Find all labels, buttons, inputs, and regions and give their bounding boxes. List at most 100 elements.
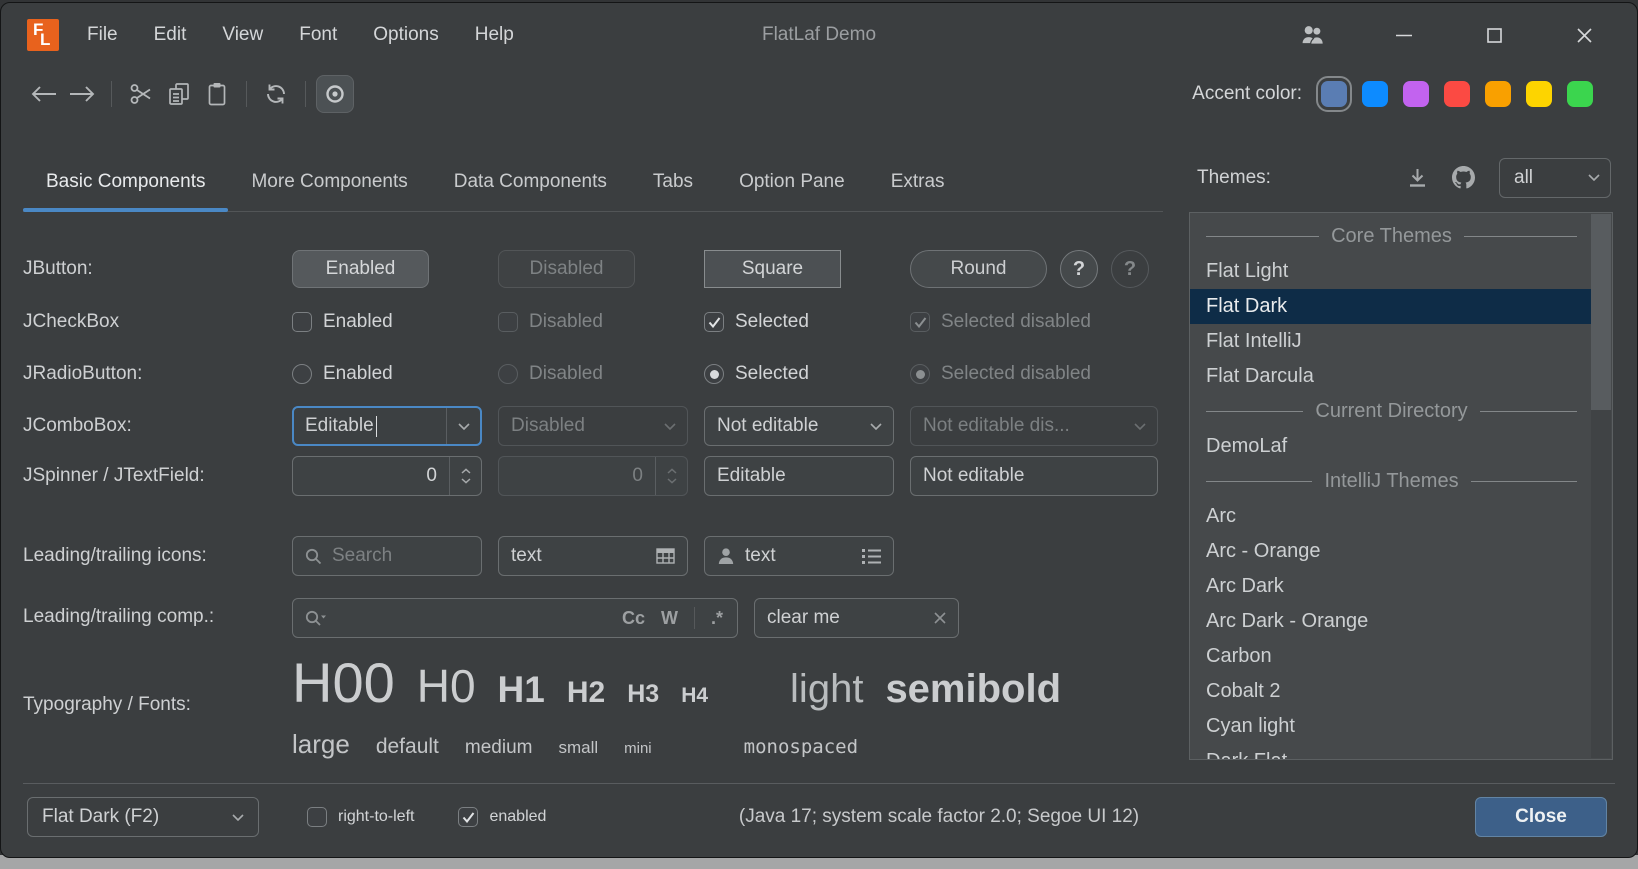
refresh-icon[interactable]	[257, 75, 295, 113]
not-editable-combobox[interactable]: Not editable	[704, 406, 894, 446]
tab-tabs[interactable]: Tabs	[630, 171, 716, 211]
editable-combobox[interactable]: Editable	[292, 406, 482, 446]
checkbox-enabled[interactable]: Enabled	[292, 311, 482, 333]
laf-combobox[interactable]: Flat Dark (F2)	[27, 797, 259, 837]
accent-swatch-blue[interactable]	[1362, 81, 1388, 107]
back-button[interactable]	[25, 75, 63, 113]
spinner-value[interactable]: 0	[293, 465, 449, 487]
menu-options[interactable]: Options	[373, 24, 438, 46]
accent-swatch-purple[interactable]	[1403, 81, 1429, 107]
round-button[interactable]: Round	[910, 250, 1047, 288]
checkbox-selected[interactable]: Selected	[704, 311, 894, 333]
menu-edit[interactable]: Edit	[154, 24, 187, 46]
forward-button[interactable]	[63, 75, 101, 113]
checkbox-icon[interactable]	[307, 807, 327, 827]
radio-enabled[interactable]: Enabled	[292, 363, 482, 385]
jbutton-row: JButton: Enabled Disabled Square Round ?…	[23, 250, 1163, 288]
theme-item-flat-intellij[interactable]: Flat IntelliJ	[1190, 324, 1591, 359]
accent-color-chooser: Accent color:	[1192, 81, 1593, 107]
scrollbar-thumb[interactable]	[1591, 214, 1611, 410]
chevron-down-icon[interactable]	[446, 408, 480, 444]
accent-swatch-red[interactable]	[1444, 81, 1470, 107]
paste-icon[interactable]	[198, 75, 236, 113]
theme-item-demolaf[interactable]: DemoLaf	[1190, 429, 1591, 464]
maximize-button[interactable]	[1481, 22, 1507, 48]
list-icon	[862, 548, 881, 564]
close-window-button[interactable]	[1571, 22, 1597, 48]
theme-item-dark-flat[interactable]: Dark Flat	[1190, 744, 1591, 760]
menu-view[interactable]: View	[222, 24, 263, 46]
radio-label: Enabled	[323, 363, 393, 385]
theme-item-flat-light[interactable]: Flat Light	[1190, 254, 1591, 289]
tab-extras[interactable]: Extras	[868, 171, 968, 211]
spinner-arrows	[655, 457, 687, 495]
tab-data-components[interactable]: Data Components	[431, 171, 630, 211]
themes-list: Core Themes Flat Light Flat Dark Flat In…	[1189, 212, 1613, 760]
menu-help[interactable]: Help	[475, 24, 514, 46]
accent-swatch-green[interactable]	[1567, 81, 1593, 107]
download-icon[interactable]	[1407, 167, 1428, 188]
github-icon[interactable]	[1452, 166, 1475, 189]
square-button[interactable]: Square	[704, 250, 841, 288]
text-field-table[interactable]: text	[498, 536, 688, 576]
clear-icon[interactable]	[934, 612, 946, 624]
search-menu-icon[interactable]	[305, 610, 327, 627]
checkbox-checked-icon[interactable]	[704, 312, 724, 332]
h00-sample: H00	[292, 650, 395, 715]
accent-swatch-default[interactable]	[1321, 81, 1347, 107]
theme-item-arc-dark-orange[interactable]: Arc Dark - Orange	[1190, 604, 1591, 639]
theme-item-arc-orange[interactable]: Arc - Orange	[1190, 534, 1591, 569]
chevron-down-icon[interactable]	[859, 407, 893, 445]
theme-item-flat-darcula[interactable]: Flat Darcula	[1190, 359, 1591, 394]
help-button[interactable]: ?	[1060, 250, 1098, 288]
accent-swatch-orange[interactable]	[1485, 81, 1511, 107]
theme-group-separator: IntelliJ Themes	[1190, 464, 1591, 499]
enabled-checkbox[interactable]: enabled	[458, 807, 546, 827]
checkbox-icon[interactable]	[292, 312, 312, 332]
spinner-disabled: 0	[498, 456, 688, 496]
close-button[interactable]: Close	[1475, 797, 1607, 837]
radio-selected[interactable]: Selected	[704, 363, 894, 385]
search-input[interactable]: Search	[292, 536, 482, 576]
themes-scrollbar[interactable]	[1591, 214, 1611, 758]
text-field-user-list[interactable]: text	[704, 536, 894, 576]
tab-option-pane[interactable]: Option Pane	[716, 171, 868, 211]
chevron-down-icon[interactable]	[1578, 174, 1610, 181]
enabled-button[interactable]: Enabled	[292, 250, 429, 288]
radio-icon[interactable]	[292, 364, 312, 384]
checkbox-label: Selected disabled	[941, 311, 1091, 333]
clearable-field[interactable]: clear me	[754, 598, 959, 638]
checkbox-checked-icon[interactable]	[458, 807, 478, 827]
whole-word-toggle[interactable]: W	[657, 608, 682, 629]
show-hidden-toggle[interactable]	[316, 75, 354, 113]
theme-item-cobalt-2[interactable]: Cobalt 2	[1190, 674, 1591, 709]
match-case-toggle[interactable]: Cc	[618, 608, 649, 629]
spinner-arrows[interactable]	[449, 457, 481, 495]
menu-font[interactable]: Font	[299, 24, 337, 46]
theme-item-flat-dark[interactable]: Flat Dark	[1190, 289, 1591, 324]
default-sample: default	[376, 735, 439, 759]
menu-file[interactable]: File	[87, 24, 118, 46]
theme-item-arc-dark[interactable]: Arc Dark	[1190, 569, 1591, 604]
right-to-left-checkbox[interactable]: right-to-left	[307, 807, 414, 827]
theme-item-carbon[interactable]: Carbon	[1190, 639, 1591, 674]
spinner[interactable]: 0	[292, 456, 482, 496]
themes-filter-combobox[interactable]: all	[1499, 158, 1611, 198]
content-column: Basic Components More Components Data Co…	[23, 121, 1163, 783]
search-with-options-field[interactable]: Cc W .*	[292, 598, 738, 638]
regex-toggle[interactable]: .*	[707, 608, 727, 629]
chevron-down-icon[interactable]	[218, 814, 258, 821]
radio-selected-icon[interactable]	[704, 364, 724, 384]
app-window: F L File Edit View Font Options Help Fla…	[0, 2, 1638, 858]
theme-item-cyan-light[interactable]: Cyan light	[1190, 709, 1591, 744]
users-icon[interactable]	[1301, 22, 1327, 48]
accent-swatch-yellow[interactable]	[1526, 81, 1552, 107]
editable-textfield[interactable]: Editable	[704, 456, 894, 496]
radio-label: Selected	[735, 363, 809, 385]
tab-basic-components[interactable]: Basic Components	[23, 171, 228, 211]
cut-icon[interactable]	[122, 75, 160, 113]
minimize-button[interactable]	[1391, 22, 1417, 48]
tab-more-components[interactable]: More Components	[228, 171, 430, 211]
copy-icon[interactable]	[160, 75, 198, 113]
theme-item-arc[interactable]: Arc	[1190, 499, 1591, 534]
